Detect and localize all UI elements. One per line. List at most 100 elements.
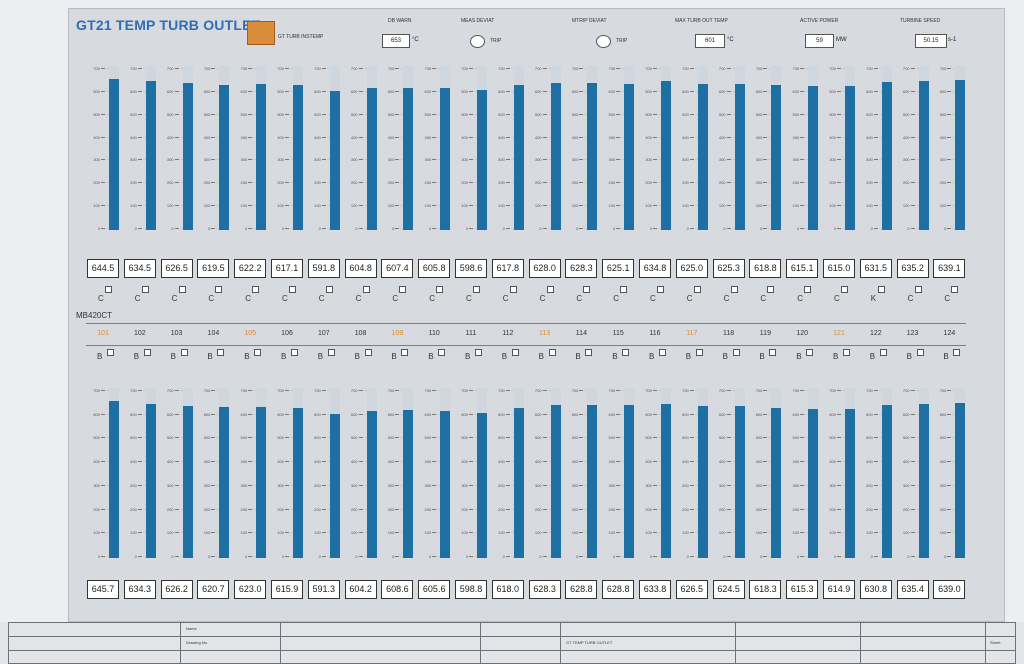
bottom-status-square[interactable] (364, 349, 372, 356)
top-value-box[interactable]: 615.1 (786, 259, 819, 278)
top-value-box[interactable]: 622.2 (234, 259, 267, 278)
bottom-value-box[interactable]: 618.3 (749, 580, 782, 599)
bottom-value-box[interactable]: 628.3 (528, 580, 561, 599)
bottom-value-box[interactable]: 634.3 (123, 580, 156, 599)
top-value-box[interactable]: 635.2 (896, 259, 929, 278)
bottom-status-square[interactable] (622, 349, 630, 356)
bottom-value-box[interactable]: 623.0 (234, 580, 267, 599)
top-status-square[interactable] (546, 286, 554, 293)
top-status-square[interactable] (583, 286, 591, 293)
bottom-value-box[interactable]: 618.0 (491, 580, 524, 599)
top-value-box[interactable]: 628.3 (565, 259, 598, 278)
top-value-box[interactable]: 619.5 (197, 259, 230, 278)
top-value-box[interactable]: 639.1 (933, 259, 966, 278)
bottom-status-square[interactable] (769, 349, 777, 356)
meas-deviat-radio[interactable] (470, 35, 485, 48)
bottom-value-box[interactable]: 639.0 (933, 580, 966, 599)
top-status-square[interactable] (693, 286, 701, 293)
bottom-status-square[interactable] (548, 349, 556, 356)
top-value-box[interactable]: 644.5 (87, 259, 119, 278)
top-value-box[interactable]: 591.8 (307, 259, 340, 278)
bottom-status-square[interactable] (916, 349, 924, 356)
bottom-value-box[interactable]: 598.8 (455, 580, 487, 599)
top-status-square[interactable] (362, 286, 370, 293)
bottom-value-box[interactable]: 615.3 (786, 580, 819, 599)
top-value-box[interactable]: 617.8 (491, 259, 524, 278)
bottom-status-square[interactable] (180, 349, 188, 356)
top-status-square[interactable] (105, 286, 112, 293)
top-status-square[interactable] (252, 286, 260, 293)
top-status-square[interactable] (877, 286, 885, 293)
bottom-status-square[interactable] (327, 349, 335, 356)
top-status-square[interactable] (509, 286, 517, 293)
bottom-value-box[interactable]: 615.9 (271, 580, 303, 599)
bottom-status-square[interactable] (107, 349, 114, 356)
bottom-value-box[interactable]: 591.3 (307, 580, 340, 599)
bottom-value-box[interactable]: 614.9 (823, 580, 855, 599)
top-status-square[interactable] (289, 286, 296, 293)
bottom-status-square[interactable] (511, 349, 519, 356)
top-status-square[interactable] (215, 286, 223, 293)
bottom-value-box[interactable]: 604.2 (344, 580, 377, 599)
top-value-box[interactable]: 628.0 (528, 259, 561, 278)
top-value-box[interactable]: 626.5 (160, 259, 193, 278)
bottom-value-box[interactable]: 626.2 (160, 580, 193, 599)
bottom-status-square[interactable] (732, 349, 740, 356)
top-status-square[interactable] (841, 286, 848, 293)
bottom-value-box[interactable]: 620.7 (197, 580, 230, 599)
bottom-status-square[interactable] (843, 349, 850, 356)
bottom-status-square[interactable] (475, 349, 482, 356)
bottom-value-box[interactable]: 645.7 (87, 580, 119, 599)
turb-instemp-button[interactable] (247, 21, 275, 45)
top-status-square[interactable] (951, 286, 959, 293)
top-value-box[interactable]: 634.8 (639, 259, 671, 278)
bottom-status-square[interactable] (438, 349, 446, 356)
bottom-value-box[interactable]: 608.6 (381, 580, 414, 599)
top-status-square[interactable] (436, 286, 444, 293)
top-status-square[interactable] (730, 286, 738, 293)
top-status-square[interactable] (399, 286, 407, 293)
bottom-value-box[interactable]: 605.6 (418, 580, 451, 599)
bottom-status-square[interactable] (806, 349, 814, 356)
bottom-status-square[interactable] (695, 349, 703, 356)
top-status-square[interactable] (914, 286, 922, 293)
bottom-status-square[interactable] (291, 349, 298, 356)
bottom-status-square[interactable] (401, 349, 409, 356)
top-value-box[interactable]: 625.0 (675, 259, 708, 278)
top-value-box[interactable]: 604.8 (344, 259, 377, 278)
bottom-value-box[interactable]: 635.4 (896, 580, 929, 599)
bottom-status-square[interactable] (953, 349, 961, 356)
top-status-square[interactable] (325, 286, 333, 293)
top-status-square[interactable] (767, 286, 775, 293)
bottom-value-box[interactable]: 626.5 (675, 580, 708, 599)
bottom-status-square[interactable] (217, 349, 225, 356)
top-value-box[interactable]: 625.3 (712, 259, 745, 278)
active-power-field[interactable]: 59 (805, 34, 834, 48)
bottom-status-square[interactable] (585, 349, 593, 356)
bottom-value-box[interactable]: 628.8 (602, 580, 635, 599)
top-status-square[interactable] (804, 286, 812, 293)
top-value-box[interactable]: 605.8 (418, 259, 451, 278)
top-value-box[interactable]: 625.1 (602, 259, 635, 278)
top-value-box[interactable]: 617.1 (271, 259, 303, 278)
top-value-box[interactable]: 607.4 (381, 259, 414, 278)
bottom-value-box[interactable]: 630.8 (859, 580, 892, 599)
bottom-status-square[interactable] (659, 349, 666, 356)
top-status-square[interactable] (178, 286, 186, 293)
top-status-square[interactable] (657, 286, 664, 293)
turbine-speed-field[interactable]: 50.15 (915, 34, 947, 48)
bottom-value-box[interactable]: 633.8 (639, 580, 671, 599)
top-value-box[interactable]: 634.5 (123, 259, 156, 278)
bottom-status-square[interactable] (879, 349, 887, 356)
bottom-status-square[interactable] (143, 349, 151, 356)
bottom-value-box[interactable]: 624.5 (712, 580, 745, 599)
bottom-value-box[interactable]: 628.8 (565, 580, 598, 599)
top-status-square[interactable] (473, 286, 480, 293)
top-status-square[interactable] (141, 286, 149, 293)
max-turb-out-temp-field[interactable]: 601 (695, 34, 725, 48)
top-value-box[interactable]: 631.5 (859, 259, 892, 278)
top-value-box[interactable]: 598.6 (455, 259, 487, 278)
top-status-square[interactable] (620, 286, 628, 293)
bottom-status-square[interactable] (254, 349, 262, 356)
top-value-box[interactable]: 618.8 (749, 259, 782, 278)
